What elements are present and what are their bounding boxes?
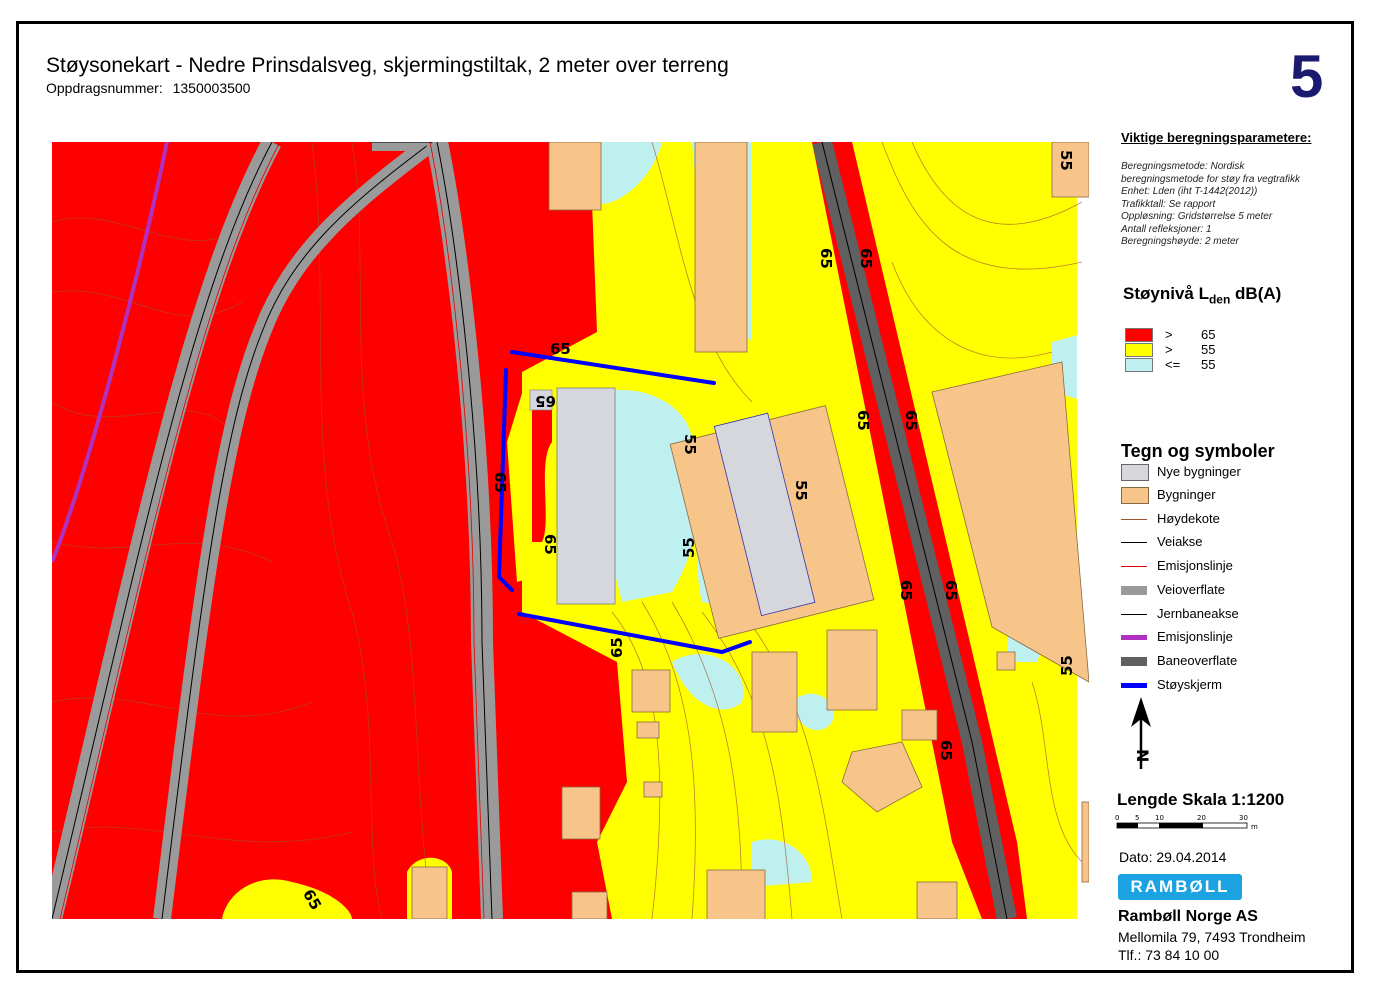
- scale-tick: 10: [1155, 814, 1164, 822]
- scale-unit: m: [1251, 823, 1258, 831]
- assignment-line: Oppdragsnummer: 1350003500: [46, 80, 250, 96]
- noise-title-sub: den: [1208, 292, 1231, 307]
- parameter-line: beregningsmetode for støy fra vegtrafikk: [1121, 173, 1300, 185]
- label-map: 55: [792, 480, 810, 501]
- symbol-label: Høydekote: [1157, 511, 1220, 526]
- scale-tick: 30: [1239, 814, 1248, 822]
- scale-tick: 0: [1115, 814, 1119, 822]
- parameter-line: Oppløsning: Gridstørrelse 5 meter: [1121, 211, 1273, 222]
- company-phone: Tlf.: 73 84 10 00: [1118, 947, 1220, 963]
- parameter-line: Antall refleksjoner: 1: [1121, 223, 1212, 235]
- scale-bar: 0 5 10 20 30 m: [1115, 814, 1265, 839]
- rail-emission-symbol: [1121, 635, 1147, 640]
- label-map: 55: [681, 434, 699, 455]
- label-map: 65: [491, 472, 509, 493]
- label-map: 65: [854, 410, 872, 431]
- noise-swatch-cyan: [1125, 358, 1153, 372]
- label-map: 55: [680, 537, 698, 558]
- noise-screen-symbol: [1121, 683, 1147, 688]
- parameter-line: Trafikktall: Se rapport: [1121, 198, 1216, 210]
- noise-value: 55: [1201, 357, 1216, 372]
- emission-line-symbol: [1121, 566, 1147, 567]
- company-logo: RAMBØLL: [1118, 874, 1242, 900]
- noise-op: <=: [1165, 357, 1181, 372]
- noise-op: >: [1165, 327, 1173, 342]
- scale-tick: 5: [1135, 814, 1139, 822]
- label-map: 65: [897, 580, 915, 601]
- noise-legend-title: Støynivå Lden dB(A): [1123, 284, 1281, 306]
- map-title: Støysonekart - Nedre Prinsdalsveg, skjer…: [46, 54, 729, 77]
- parameters-title: Viktige beregningsparametere:: [1121, 130, 1312, 145]
- rail-axis-symbol: [1121, 614, 1147, 615]
- symbol-label: Veiakse: [1157, 534, 1203, 549]
- symbol-label: Emisjonslinje: [1157, 558, 1233, 573]
- symbol-label: Nye bygninger: [1157, 464, 1241, 479]
- label-map: 65: [550, 340, 571, 358]
- north-arrow-icon: N: [1127, 697, 1157, 777]
- north-letter: N: [1133, 749, 1152, 762]
- symbol-label: Emisjonslinje: [1157, 629, 1233, 644]
- road-surface-symbol: [1121, 586, 1147, 595]
- noise-op: >: [1165, 342, 1173, 357]
- parameter-line: Beregningsmetode: Nordisk: [1121, 161, 1245, 172]
- new-buildings-swatch: [1121, 464, 1149, 481]
- label-map: 65: [608, 637, 626, 658]
- symbol-label: Veioverflate: [1157, 582, 1225, 597]
- label-map: 65: [942, 580, 960, 601]
- contour-line-symbol: [1121, 519, 1147, 520]
- buildings-swatch: [1121, 487, 1149, 504]
- parameter-line: Enhet: Lden (iht T-1442(2012)): [1121, 186, 1258, 197]
- rail-surface-symbol: [1121, 657, 1147, 666]
- date-label: Dato: 29.04.2014: [1119, 849, 1227, 865]
- parameter-line: Beregningshøyde: 2 meter: [1121, 236, 1239, 247]
- label-map: 65: [857, 248, 875, 269]
- road-axis-symbol: [1121, 542, 1147, 543]
- company-name: Rambøll Norge AS: [1118, 908, 1258, 925]
- label-map: 65: [902, 410, 920, 431]
- assignment-number: 1350003500: [172, 80, 251, 96]
- company-address: Mellomila 79, 7493 Trondheim: [1118, 929, 1306, 945]
- noise-title-suffix: dB(A): [1230, 284, 1282, 303]
- noise-value: 55: [1201, 342, 1216, 357]
- label-map: 65: [937, 740, 955, 761]
- scale-title: Lengde Skala 1:1200: [1117, 790, 1285, 809]
- noise-map[interactable]: 65 65 65 65 55 55 55 65 65 65 65 65 55 6…: [52, 142, 1089, 919]
- label-map: 65: [541, 534, 559, 555]
- new-building-west: [556, 387, 616, 605]
- symbol-label: Baneoverflate: [1157, 653, 1238, 668]
- label-map: 55: [1057, 150, 1075, 171]
- noise-value: 65: [1201, 327, 1216, 342]
- noise-swatch-red: [1125, 328, 1153, 342]
- label-map: 65: [817, 248, 835, 269]
- symbol-label: Støyskjerm: [1157, 677, 1222, 692]
- label-map: 65: [535, 392, 556, 410]
- assignment-label: Oppdragsnummer:: [46, 80, 163, 96]
- symbol-label: Jernbaneakse: [1157, 606, 1239, 621]
- scale-tick: 20: [1197, 814, 1206, 822]
- symbol-label: Bygninger: [1157, 487, 1216, 502]
- symbols-title: Tegn og symboler: [1121, 441, 1275, 461]
- noise-title-prefix: Støynivå L: [1123, 284, 1209, 303]
- noise-swatch-yellow: [1125, 343, 1153, 357]
- label-map: 55: [1058, 655, 1076, 676]
- map-number: 5: [1290, 43, 1324, 110]
- parameters-list: Beregningsmetode: Nordisk beregningsmeto…: [1121, 161, 1346, 249]
